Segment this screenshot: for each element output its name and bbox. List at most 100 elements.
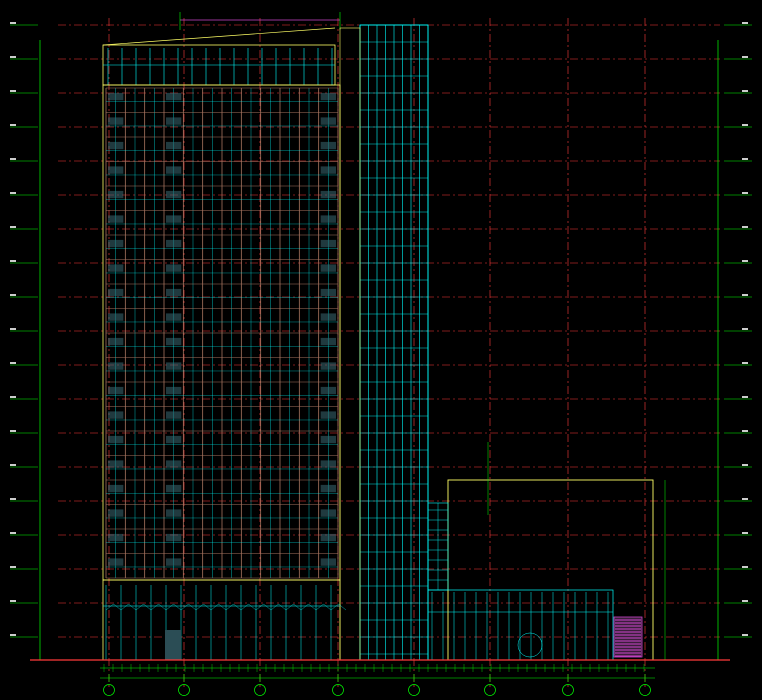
spandrel-panel xyxy=(108,435,124,444)
spandrel-panel xyxy=(108,190,124,199)
level-label-mark xyxy=(10,294,16,296)
level-label-mark xyxy=(742,192,748,194)
spandrel-panel xyxy=(108,362,124,370)
spandrel-panel xyxy=(166,313,182,321)
spandrel-panel xyxy=(166,190,182,199)
spandrel-panel xyxy=(108,484,124,493)
level-label-mark xyxy=(742,396,748,398)
level-label-mark xyxy=(10,192,16,194)
spandrel-panel xyxy=(320,288,336,297)
spandrel-panel xyxy=(166,435,182,444)
level-label-mark xyxy=(742,498,748,500)
spandrel-panel xyxy=(320,166,336,174)
spandrel-panel xyxy=(320,558,336,566)
spandrel-panel xyxy=(108,509,124,517)
spandrel-panel xyxy=(108,386,124,395)
spandrel-panel xyxy=(166,264,182,272)
level-label-mark xyxy=(10,498,16,500)
drawing-background xyxy=(0,0,762,700)
spandrel-panel xyxy=(320,141,336,150)
level-label-mark xyxy=(742,362,748,364)
level-label-mark xyxy=(10,430,16,432)
spandrel-panel xyxy=(320,484,336,493)
spandrel-panel xyxy=(166,484,182,493)
spandrel-panel xyxy=(108,337,124,346)
spandrel-panel xyxy=(166,239,182,248)
spandrel-panel xyxy=(320,362,336,370)
spandrel-panel xyxy=(320,264,336,272)
spandrel-panel xyxy=(108,288,124,297)
level-label-mark xyxy=(742,294,748,296)
spandrel-panel xyxy=(320,337,336,346)
level-label-mark xyxy=(10,124,16,126)
spandrel-panel xyxy=(108,558,124,566)
spandrel-panel xyxy=(108,141,124,150)
level-label-mark xyxy=(10,464,16,466)
spandrel-panel xyxy=(166,509,182,517)
spandrel-panel xyxy=(108,411,124,419)
spandrel-panel xyxy=(166,533,182,542)
building-elevation-drawing xyxy=(0,0,762,700)
level-label-mark xyxy=(10,260,16,262)
spandrel-panel xyxy=(166,166,182,174)
spandrel-panel xyxy=(166,362,182,370)
level-label-mark xyxy=(742,90,748,92)
spandrel-panel xyxy=(166,92,182,101)
level-label-mark xyxy=(742,532,748,534)
spandrel-panel xyxy=(166,386,182,395)
spandrel-panel xyxy=(166,411,182,419)
entrance-door xyxy=(165,630,181,660)
spandrel-panel xyxy=(166,141,182,150)
spandrel-panel xyxy=(320,190,336,199)
level-label-mark xyxy=(10,22,16,24)
spandrel-panel xyxy=(108,533,124,542)
level-label-mark xyxy=(742,158,748,160)
spandrel-panel xyxy=(108,239,124,248)
spandrel-panel xyxy=(320,533,336,542)
level-label-mark xyxy=(742,226,748,228)
spandrel-panel xyxy=(320,92,336,101)
level-label-mark xyxy=(10,56,16,58)
level-label-mark xyxy=(742,566,748,568)
level-label-mark xyxy=(10,362,16,364)
spandrel-panel xyxy=(108,460,124,468)
spandrel-panel xyxy=(320,239,336,248)
spandrel-panel xyxy=(320,386,336,395)
level-label-mark xyxy=(742,22,748,24)
spandrel-panel xyxy=(108,92,124,101)
level-label-mark xyxy=(742,600,748,602)
spandrel-panel xyxy=(108,117,124,125)
level-label-mark xyxy=(742,430,748,432)
spandrel-panel xyxy=(320,313,336,321)
spandrel-panel xyxy=(166,288,182,297)
level-label-mark xyxy=(742,634,748,636)
spandrel-panel xyxy=(320,460,336,468)
spandrel-panel xyxy=(166,117,182,125)
spandrel-panel xyxy=(320,411,336,419)
spandrel-panel xyxy=(108,215,124,223)
spandrel-panel xyxy=(166,215,182,223)
spandrel-panel xyxy=(320,117,336,125)
spandrel-panel xyxy=(320,215,336,223)
spandrel-panel xyxy=(166,337,182,346)
level-label-mark xyxy=(10,226,16,228)
level-label-mark xyxy=(742,260,748,262)
level-label-mark xyxy=(10,634,16,636)
level-label-mark xyxy=(742,328,748,330)
level-label-mark xyxy=(10,158,16,160)
level-label-mark xyxy=(10,396,16,398)
spandrel-panel xyxy=(166,460,182,468)
spandrel-panel xyxy=(320,509,336,517)
tower-facade-grid xyxy=(105,87,339,579)
level-label-mark xyxy=(10,532,16,534)
level-label-mark xyxy=(742,56,748,58)
spandrel-panel xyxy=(108,313,124,321)
spandrel-panel xyxy=(166,558,182,566)
spandrel-panel xyxy=(108,166,124,174)
level-label-mark xyxy=(742,464,748,466)
level-label-mark xyxy=(10,90,16,92)
level-label-mark xyxy=(742,124,748,126)
level-label-mark xyxy=(10,566,16,568)
level-label-mark xyxy=(10,600,16,602)
level-label-mark xyxy=(10,328,16,330)
